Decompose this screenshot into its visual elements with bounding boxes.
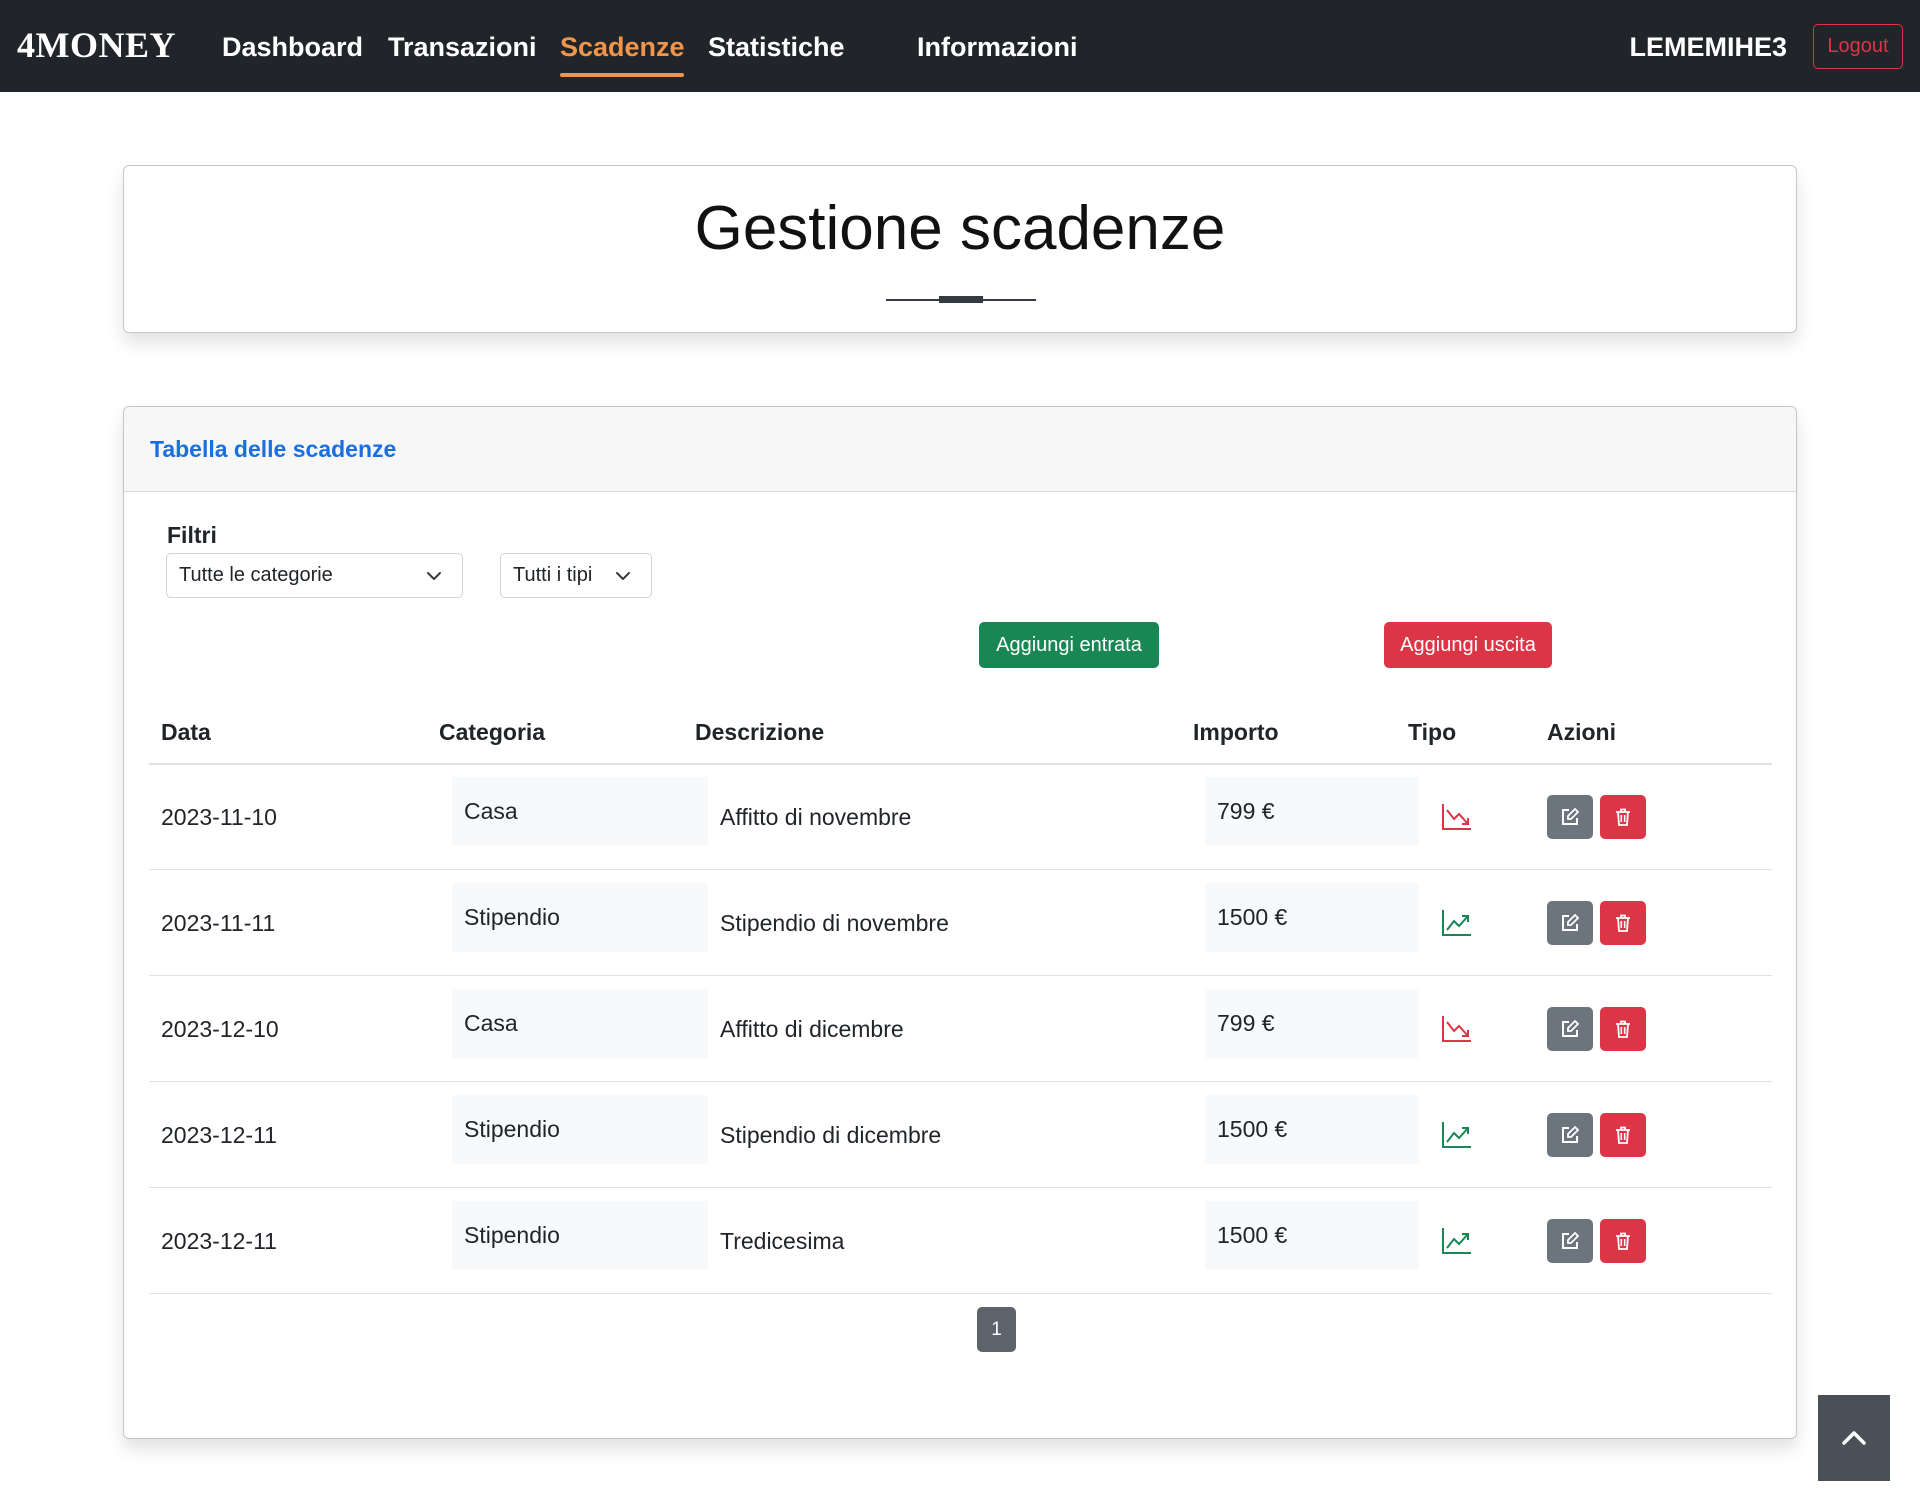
active-nav-indicator [560, 73, 684, 77]
cell-tipo [1431, 764, 1551, 870]
nav-link-informazioni[interactable]: Informazioni [917, 32, 1078, 63]
cell-descrizione: Tredicesima [720, 1227, 845, 1254]
cell-importo: 1500 € [1205, 1201, 1419, 1270]
page-header-card: Gestione scadenze [123, 165, 1797, 333]
trash-icon [1616, 914, 1630, 932]
trash-icon [1616, 1232, 1630, 1250]
edit-button[interactable] [1547, 795, 1593, 839]
delete-button[interactable] [1600, 1113, 1646, 1157]
brand-logo[interactable]: 4MONEY [17, 24, 176, 66]
cell-data: 2023-12-11 [161, 1121, 277, 1148]
cell-azioni [1547, 1082, 1747, 1188]
edit-icon [1562, 913, 1580, 931]
cell-azioni [1547, 870, 1747, 976]
cell-descrizione: Stipendio di novembre [720, 909, 949, 936]
edit-button[interactable] [1547, 1219, 1593, 1263]
filters-label: Filtri [167, 522, 217, 548]
edit-button[interactable] [1547, 1007, 1593, 1051]
delete-button[interactable] [1600, 901, 1646, 945]
chevron-up-icon [1842, 1431, 1866, 1445]
trend-down-icon [1442, 804, 1471, 830]
edit-button[interactable] [1547, 1113, 1593, 1157]
cell-categoria: Casa [452, 777, 708, 846]
card-header: Tabella delle scadenze [124, 407, 1796, 492]
cell-importo: 1500 € [1205, 1095, 1419, 1164]
nav-link-statistiche[interactable]: Statistiche [708, 32, 845, 63]
type-filter-value: Tutti i tipi [513, 564, 593, 586]
trend-up-icon [1442, 1122, 1471, 1148]
cell-azioni [1547, 764, 1747, 870]
column-header-descrizione: Descrizione [695, 719, 825, 745]
cell-azioni [1547, 976, 1747, 1082]
cell-categoria: Stipendio [452, 883, 708, 952]
add-income-button[interactable]: Aggiungi entrata [979, 622, 1159, 668]
edit-button[interactable] [1547, 901, 1593, 945]
cell-descrizione: Stipendio di dicembre [720, 1121, 942, 1148]
cell-importo: 799 € [1205, 989, 1419, 1058]
trash-icon [1616, 1020, 1630, 1038]
cell-categoria: Stipendio [452, 1095, 708, 1164]
cell-descrizione: Affitto di dicembre [720, 1015, 904, 1042]
table-row: 2023-12-10 Casa Affitto di dicembre 799 … [149, 976, 1772, 1082]
deadlines-card: Tabella delle scadenze Filtri Tutte le c… [123, 406, 1797, 1439]
delete-button[interactable] [1600, 795, 1646, 839]
logout-button[interactable]: Logout [1813, 24, 1903, 69]
card-title: Tabella delle scadenze [150, 436, 397, 462]
cell-data: 2023-11-11 [161, 909, 276, 936]
page-title: Gestione scadenze [694, 194, 1226, 263]
cell-data: 2023-12-10 [161, 1015, 279, 1042]
delete-button[interactable] [1600, 1007, 1646, 1051]
cell-importo: 1500 € [1205, 883, 1419, 952]
chevron-down-icon [427, 572, 441, 580]
cell-importo: 799 € [1205, 777, 1419, 846]
trend-up-icon [1442, 1228, 1471, 1254]
table-row: 2023-12-11 Stipendio Stipendio di dicemb… [149, 1082, 1772, 1188]
chevron-down-icon [616, 572, 630, 580]
trash-icon [1616, 1126, 1630, 1144]
pagination-page-1[interactable]: 1 [977, 1307, 1016, 1352]
navbar: 4MONEY Dashboard Transazioni Scadenze St… [0, 0, 1920, 92]
scroll-to-top-button[interactable] [1818, 1395, 1890, 1481]
trend-down-icon [1442, 1016, 1471, 1042]
cell-tipo [1431, 870, 1551, 976]
cell-tipo [1431, 976, 1551, 1082]
column-header-categoria: Categoria [439, 719, 546, 745]
category-filter-value: Tutte le categorie [179, 564, 333, 586]
nav-link-dashboard[interactable]: Dashboard [222, 32, 363, 63]
column-header-azioni: Azioni [1547, 719, 1616, 745]
nav-link-transazioni[interactable]: Transazioni [388, 32, 537, 63]
title-divider-accent [939, 296, 983, 303]
trend-up-icon [1442, 910, 1471, 936]
username-label: LEMEMIHE3 [1629, 32, 1787, 62]
table-row: 2023-11-10 Casa Affitto di novembre 799 … [149, 764, 1772, 870]
table-row: 2023-11-11 Stipendio Stipendio di novemb… [149, 870, 1772, 976]
add-expense-button[interactable]: Aggiungi uscita [1384, 622, 1552, 668]
type-filter-select[interactable]: Tutti i tipi [500, 553, 652, 598]
cell-categoria: Stipendio [452, 1201, 708, 1270]
delete-button[interactable] [1600, 1219, 1646, 1263]
cell-data: 2023-11-10 [161, 803, 277, 830]
cell-tipo [1431, 1188, 1551, 1294]
cell-data: 2023-12-11 [161, 1227, 277, 1254]
trash-icon [1616, 808, 1630, 826]
category-filter-select[interactable]: Tutte le categorie [166, 553, 463, 598]
cell-descrizione: Affitto di novembre [720, 803, 912, 830]
edit-icon [1562, 1231, 1580, 1249]
table-row: 2023-12-11 Stipendio Tredicesima 1500 € [149, 1188, 1772, 1294]
column-header-importo: Importo [1193, 719, 1279, 745]
edit-icon [1562, 807, 1580, 825]
edit-icon [1562, 1019, 1580, 1037]
column-header-tipo: Tipo [1408, 719, 1457, 745]
cell-categoria: Casa [452, 989, 708, 1058]
column-header-data: Data [161, 719, 211, 745]
edit-icon [1562, 1125, 1580, 1143]
cell-tipo [1431, 1082, 1551, 1188]
nav-link-scadenze[interactable]: Scadenze [560, 32, 685, 63]
cell-azioni [1547, 1188, 1747, 1294]
